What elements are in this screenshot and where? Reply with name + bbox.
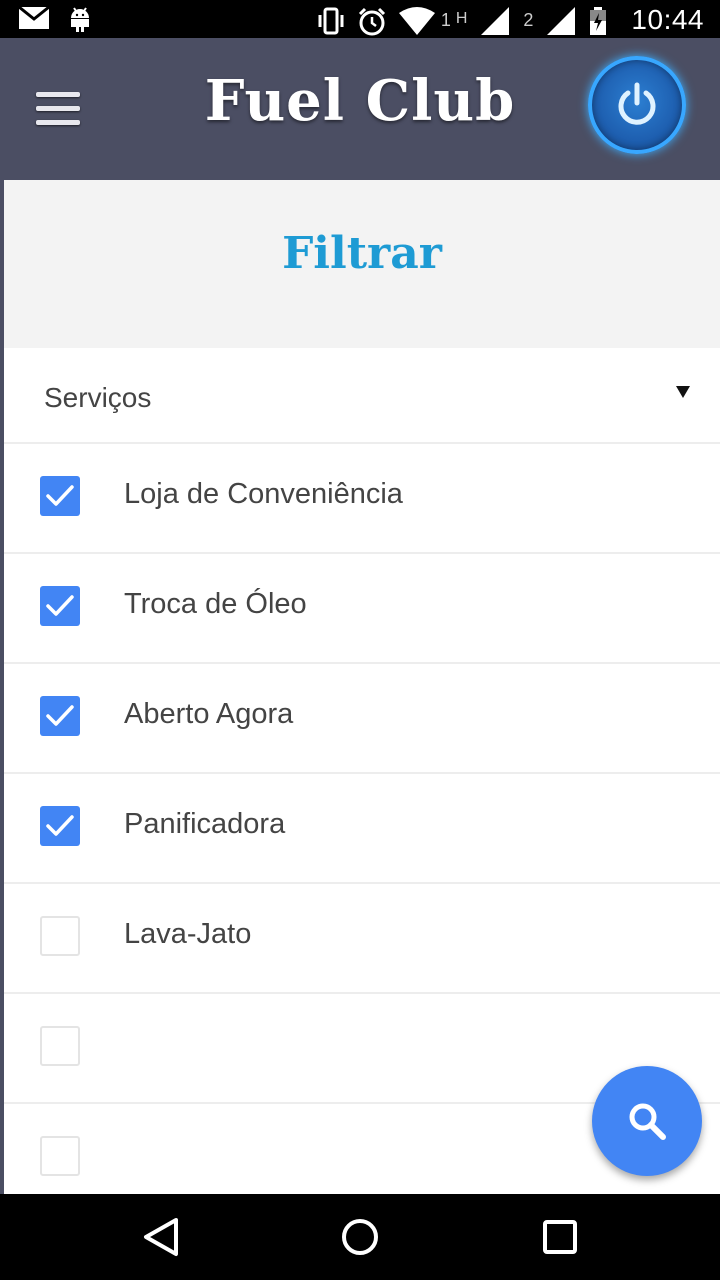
app-bar: Fuel Club <box>0 38 720 180</box>
checkbox[interactable] <box>40 586 80 626</box>
sim2-label: 2 <box>523 9 534 30</box>
checkmark-icon <box>46 815 74 836</box>
signal-icon <box>481 7 510 35</box>
status-bar: 1 H 2 10:44 <box>0 0 720 38</box>
mail-icon <box>18 5 50 32</box>
hamburger-icon[interactable] <box>36 92 80 128</box>
filter-panel: Filtrar Serviços Loja de Conveniência Tro… <box>0 180 720 1194</box>
checkmark-icon <box>46 705 74 726</box>
checkbox[interactable] <box>40 806 80 846</box>
home-icon[interactable] <box>337 1214 383 1260</box>
back-icon[interactable] <box>138 1214 184 1260</box>
filter-header: Filtrar <box>4 180 720 348</box>
search-button[interactable] <box>592 1066 702 1176</box>
filter-option-label: Aberto Agora <box>124 698 294 730</box>
checkmark-icon <box>46 595 74 616</box>
filter-option[interactable]: Lava-Jato <box>4 884 720 994</box>
power-icon <box>618 82 656 125</box>
filter-option-label: Loja de Conveniência <box>124 478 403 510</box>
alarm-icon <box>357 7 385 36</box>
clock: 10:44 <box>631 4 704 35</box>
checkbox[interactable] <box>40 916 80 956</box>
vibrate-icon <box>315 7 344 35</box>
android-icon <box>68 6 96 32</box>
services-select-label: Serviços <box>44 382 152 413</box>
sim1-label: 1 H <box>440 9 468 30</box>
navigation-bar <box>0 1194 720 1280</box>
power-button[interactable] <box>588 56 686 154</box>
wifi-icon <box>398 7 435 35</box>
checkmark-icon <box>46 485 74 506</box>
filter-option-label: Troca de Óleo <box>124 588 307 620</box>
filter-option-label: Panificadora <box>124 808 286 840</box>
services-select[interactable]: Serviços <box>4 348 720 444</box>
recents-icon[interactable] <box>537 1214 583 1260</box>
filter-option-label: Lava-Jato <box>124 918 252 950</box>
filter-option[interactable]: Aberto Agora <box>4 664 720 774</box>
filter-option[interactable]: Panificadora <box>4 774 720 884</box>
checkbox[interactable] <box>40 1136 80 1176</box>
filter-option[interactable]: Troca de Óleo <box>4 554 720 664</box>
search-icon <box>629 1103 666 1140</box>
filter-title: Filtrar <box>282 227 442 279</box>
filter-option[interactable]: Loja de Conveniência <box>4 444 720 554</box>
dropdown-arrow-icon <box>676 386 690 398</box>
battery-icon <box>589 7 617 35</box>
checkbox[interactable] <box>40 476 80 516</box>
checkbox[interactable] <box>40 696 80 736</box>
checkbox[interactable] <box>40 1026 80 1066</box>
signal-icon <box>547 7 576 35</box>
